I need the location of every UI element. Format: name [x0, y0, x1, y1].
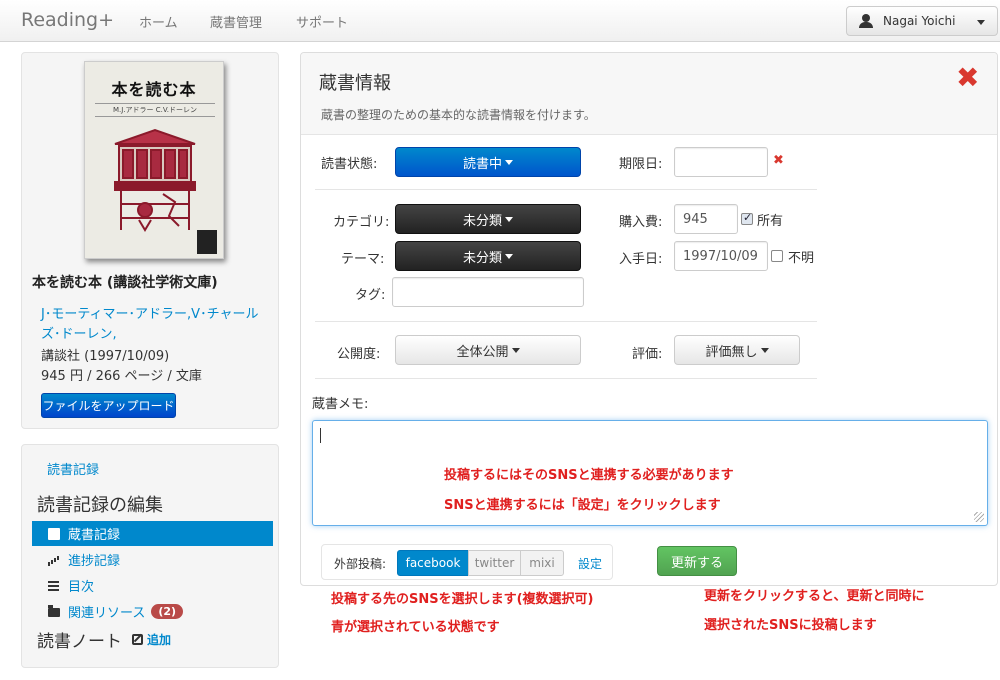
sidebar-item-label: 進捗記録 — [68, 554, 121, 569]
acquired-date-label: 入手日: — [619, 252, 663, 267]
top-navbar: Reading+ ホーム 蔵書管理 サポート Nagai Yoichi — [0, 0, 1000, 42]
chevron-down-icon — [760, 347, 769, 353]
annotation-select-sns: 投稿する先のSNSを選択します(複数選択可) — [331, 592, 594, 607]
cover-illustration — [114, 128, 196, 232]
list-icon — [48, 580, 60, 592]
page-description: 蔵書の整理のための基本的な読書情報を付けます。 — [321, 108, 596, 122]
close-icon[interactable]: ✖ — [956, 61, 979, 94]
annotation-sns-required: 投稿するにはそのSNSと連携する必要があります — [444, 468, 734, 483]
sidebar-item-label: 関連リソース — [68, 606, 146, 621]
chevron-down-icon — [505, 159, 513, 165]
rating-dropdown[interactable]: 評価無し — [674, 335, 800, 365]
annotation-settings-hint: SNSと連携するには「設定」をクリックします — [444, 498, 721, 513]
visibility-dropdown[interactable]: 全体公開 — [395, 335, 581, 365]
external-post-box: 外部投稿: facebook twitter mixi 設定 — [321, 544, 613, 580]
memo-textarea[interactable]: 投稿するにはそのSNSと連携する必要があります SNSと連携するには「設定」をク… — [312, 420, 988, 526]
book-title: 本を読む本 (講談社学術文庫) — [32, 275, 218, 291]
theme-dropdown[interactable]: 未分類 — [395, 241, 581, 271]
tag-label: タグ: — [355, 288, 386, 303]
add-note-link[interactable]: 追加 — [132, 631, 171, 648]
sns-settings-link[interactable]: 設定 — [578, 555, 602, 572]
status-label: 読書状態: — [321, 157, 378, 172]
visibility-value: 全体公開 — [456, 344, 509, 360]
rating-label: 評価: — [632, 347, 663, 362]
publisher-logo-icon — [197, 230, 217, 254]
category-label: カテゴリ: — [333, 215, 390, 230]
sidebar-item-label: 蔵書記録 — [68, 528, 121, 543]
resource-count-badge: (2) — [151, 604, 184, 619]
update-button[interactable]: 更新する — [657, 546, 737, 576]
reading-record-panel: 読書記録 読書記録の編集 蔵書記録 進捗記録 目次 関連リソース (2) 読書ノ… — [21, 444, 279, 668]
category-dropdown[interactable]: 未分類 — [395, 204, 581, 234]
purchase-price-label: 購入費: — [619, 215, 663, 230]
nav-library-link[interactable]: 蔵書管理 — [210, 12, 262, 31]
tag-input[interactable] — [392, 277, 584, 307]
bar-chart-icon — [48, 554, 60, 566]
edit-record-heading: 読書記録の編集 — [37, 495, 163, 516]
upload-file-button[interactable]: ファイルをアップロード — [41, 393, 176, 418]
unknown-date-label: 不明 — [788, 251, 815, 266]
user-icon — [859, 14, 873, 28]
reading-status-dropdown[interactable]: 読書中 — [395, 147, 581, 177]
chevron-down-icon — [977, 20, 985, 25]
theme-value: 未分類 — [462, 250, 502, 266]
nav-home-link[interactable]: ホーム — [139, 12, 178, 31]
divider — [315, 321, 817, 322]
resize-grip-icon[interactable] — [974, 512, 984, 522]
annotation-update-click: 更新をクリックすると、更新と同時に — [704, 589, 925, 604]
sidebar-item-progress[interactable]: 進捗記録 — [32, 547, 273, 572]
book-info-panel: 本を読む本 M.J.アドラー C.V.ドーレン 本を読む本 (講談社学術文庫) … — [21, 52, 279, 429]
edit-icon — [132, 634, 143, 645]
nav-support-link[interactable]: サポート — [296, 12, 348, 31]
sidebar-item-toc[interactable]: 目次 — [32, 573, 273, 598]
reading-record-link[interactable]: 読書記録 — [47, 459, 99, 478]
acquired-date-input[interactable]: 1997/10/09 — [674, 241, 768, 271]
divider — [315, 378, 817, 379]
owned-checkbox[interactable] — [741, 211, 753, 225]
facebook-toggle[interactable]: facebook — [397, 550, 469, 576]
annotation-post-to-sns: 選択されたSNSに投稿します — [704, 618, 877, 633]
folder-icon — [48, 605, 60, 617]
owned-label: 所有 — [757, 214, 784, 229]
brand-logo[interactable]: Reading+ — [21, 9, 114, 31]
author-link[interactable]: J･モーティマー･アドラー,V･チャールズ･ドーレン, — [41, 305, 273, 345]
due-date-label: 期限日: — [619, 157, 663, 172]
sidebar-item-label: 目次 — [68, 580, 95, 595]
sidebar-item-resources[interactable]: 関連リソース (2) — [32, 599, 273, 624]
book-cover-image[interactable]: 本を読む本 M.J.アドラー C.V.ドーレン — [84, 61, 224, 259]
book-publisher: 講談社 (1997/10/09) — [41, 349, 170, 364]
divider — [315, 189, 817, 190]
unknown-date-checkbox[interactable] — [771, 250, 783, 262]
reading-note-heading: 読書ノート — [37, 632, 122, 652]
due-date-input[interactable] — [674, 147, 768, 177]
clear-date-icon[interactable]: ✖ — [773, 153, 784, 168]
panel-header: 蔵書情報 蔵書の整理のための基本的な読書情報を付けます。 ✖ — [301, 53, 997, 135]
book-price-pages: 945 円 / 266 ページ / 文庫 — [41, 369, 202, 384]
chevron-down-icon — [505, 253, 513, 259]
add-note-label: 追加 — [147, 633, 172, 647]
user-menu-button[interactable]: Nagai Yoichi — [846, 6, 998, 36]
annotation-blue-selected: 青が選択されている状態です — [331, 620, 500, 635]
category-value: 未分類 — [462, 213, 502, 229]
sidebar-item-library-record[interactable]: 蔵書記録 — [32, 521, 273, 546]
external-post-label: 外部投稿: — [334, 557, 387, 571]
chevron-down-icon — [505, 216, 513, 222]
chevron-down-icon — [511, 347, 520, 353]
cover-title: 本を読む本 — [111, 80, 197, 99]
theme-label: テーマ: — [341, 252, 385, 267]
text-cursor — [320, 428, 321, 443]
memo-label: 蔵書メモ: — [312, 397, 369, 412]
page-title: 蔵書情報 — [319, 73, 391, 94]
purchase-price-input[interactable]: 945 — [674, 204, 738, 234]
document-icon — [48, 527, 60, 540]
user-name: Nagai Yoichi — [883, 14, 956, 28]
reading-status-value: 読書中 — [462, 156, 502, 172]
rating-value: 評価無し — [705, 344, 758, 360]
mixi-toggle[interactable]: mixi — [520, 550, 564, 576]
twitter-toggle[interactable]: twitter — [468, 550, 521, 576]
library-info-panel: 蔵書情報 蔵書の整理のための基本的な読書情報を付けます。 ✖ 読書状態: 読書中… — [300, 52, 998, 586]
cover-subtitle: M.J.アドラー C.V.ドーレン — [95, 103, 215, 117]
visibility-label: 公開度: — [337, 347, 381, 362]
